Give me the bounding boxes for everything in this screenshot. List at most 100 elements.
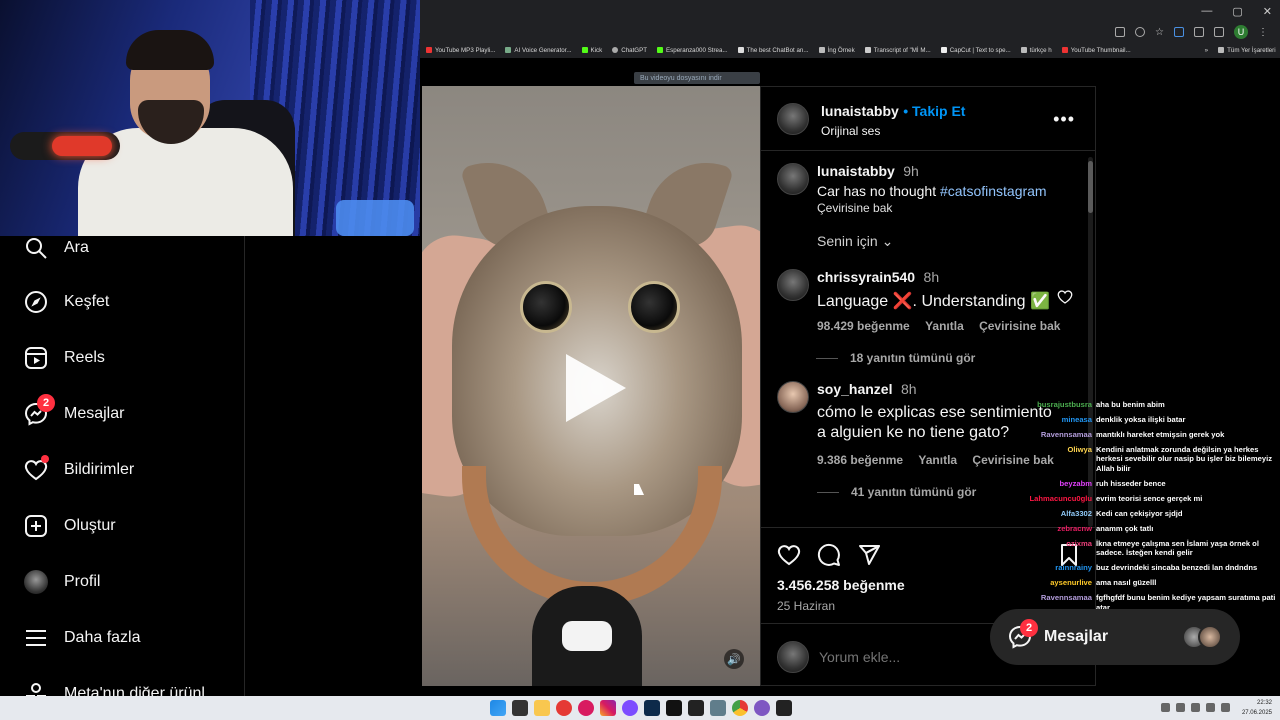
for-you-dropdown[interactable]: Senin için ⌄ — [817, 233, 893, 250]
translate-link[interactable]: Çevirisine bak — [979, 319, 1060, 333]
profile-button[interactable]: U — [1234, 25, 1248, 39]
comment-avatar[interactable] — [777, 269, 809, 301]
nav-item-profile[interactable]: Profil — [24, 568, 100, 596]
menu-icon — [26, 630, 46, 646]
stream-chat: busrajustbusra aha bu benim abim mineasa de… — [1020, 400, 1280, 618]
app-icon[interactable] — [754, 700, 770, 716]
bookmark[interactable]: İng Örnek — [818, 47, 855, 54]
app-icon[interactable] — [556, 700, 572, 716]
follow-button[interactable]: • Takip Et — [903, 103, 965, 119]
instagram-sidebar: Ara Keşfet Reels 2 Mesajlar Bildirimler … — [0, 236, 245, 696]
audio-label[interactable]: Orijinal ses — [821, 124, 965, 138]
view-replies[interactable]: 18 yanıtın tümünü gör — [816, 351, 1067, 365]
star-icon[interactable]: ☆ — [1155, 27, 1164, 38]
reply-button[interactable]: Yanıtla — [925, 319, 964, 333]
file-explorer-icon[interactable] — [534, 700, 550, 716]
comment-avatar[interactable] — [777, 381, 809, 413]
windows-start-icon[interactable] — [490, 700, 506, 716]
more-options-icon[interactable]: ••• — [1053, 109, 1075, 130]
extension-icon[interactable] — [1174, 27, 1184, 37]
tiktok-icon[interactable] — [666, 700, 682, 716]
settings-icon[interactable] — [710, 700, 726, 716]
bookmark[interactable]: Esperanza000 Strea... — [657, 47, 728, 54]
puzzle-icon[interactable] — [1194, 27, 1204, 37]
sock-logo — [562, 621, 612, 651]
scrollbar-thumb[interactable] — [1088, 161, 1093, 213]
chat-text: evrim teorisi sence gerçek mi — [1096, 494, 1203, 504]
reply-button[interactable]: Yanıtla — [918, 453, 957, 467]
current-user-avatar — [777, 641, 809, 673]
comment-likes[interactable]: 98.429 beğenme — [817, 319, 910, 333]
photoshop-icon[interactable] — [644, 700, 660, 716]
bookmark[interactable]: AI Voice Generator... — [505, 47, 572, 54]
chat-message: rainnrainy buz devrindeki sincaba benzedi… — [1020, 563, 1280, 573]
bookmark[interactable]: türkçe h — [1020, 47, 1052, 54]
comment-username[interactable]: soy_hanzel — [817, 381, 892, 397]
chevron-up-icon[interactable] — [1161, 703, 1170, 712]
author-avatar[interactable] — [777, 103, 809, 135]
hashtag-link[interactable]: #catsofinstagram — [940, 183, 1047, 199]
bookmark[interactable]: Kick — [581, 47, 602, 54]
capcut-icon[interactable] — [776, 700, 792, 716]
comment-input[interactable] — [819, 647, 1019, 667]
wifi-icon[interactable] — [1191, 703, 1200, 712]
share-icon[interactable] — [857, 543, 881, 567]
comment-icon[interactable] — [817, 543, 841, 567]
nav-item-explore[interactable]: Keşfet — [24, 288, 109, 316]
nav-item-messages[interactable]: 2 Mesajlar — [24, 394, 124, 428]
speaker-icon[interactable] — [1206, 703, 1215, 712]
instagram-icon[interactable] — [600, 700, 616, 716]
comment-username[interactable]: chrissyrain540 — [817, 269, 915, 285]
nav-item-create[interactable]: Oluştur — [24, 512, 116, 540]
bookmark[interactable]: YouTube MP3 Playli... — [426, 47, 495, 54]
like-comment-icon[interactable] — [1057, 289, 1073, 305]
streamer-hair — [126, 30, 214, 70]
caption-time: 9h — [903, 163, 919, 179]
clock-time: 22:32 — [1256, 700, 1272, 706]
maximize-button[interactable]: ▢ — [1232, 5, 1242, 18]
play-icon[interactable] — [566, 354, 626, 422]
bookmark[interactable]: Transcript of "Mİ M... — [864, 47, 931, 54]
nav-item-reels[interactable]: Reels — [24, 344, 105, 372]
nav-item-search[interactable]: Ara — [24, 236, 89, 262]
caption-username[interactable]: lunaistabby — [817, 163, 895, 179]
chat-text: Kendini anlatmak zorunda değilsin ya her… — [1096, 444, 1272, 474]
chrome-icon[interactable] — [732, 700, 748, 716]
messages-button[interactable]: 2 Mesajlar — [990, 609, 1240, 665]
opera-icon[interactable] — [578, 700, 594, 716]
microphone-icon[interactable] — [1176, 703, 1185, 712]
volume-icon[interactable]: 🔊 — [724, 649, 744, 669]
task-view-icon[interactable] — [512, 700, 528, 716]
like-icon[interactable] — [777, 543, 801, 567]
nav-item-meta-apps[interactable]: Meta'nın diğer ürünl — [24, 680, 205, 696]
battery-icon[interactable] — [1221, 703, 1230, 712]
minimize-button[interactable]: — — [1201, 5, 1212, 17]
bookmark[interactable]: The best ChatBot an... — [737, 47, 809, 54]
author-username[interactable]: lunaistabby — [821, 103, 899, 119]
bookmark[interactable]: ChatGPT — [612, 47, 647, 54]
kebab-menu-icon[interactable]: ⋮ — [1258, 27, 1268, 38]
bookmark[interactable]: CapCut | Text to spe... — [940, 47, 1011, 54]
post-header: lunaistabby • Takip Et Orijinal ses ••• — [761, 87, 1095, 151]
reel-video[interactable]: 🔊 — [422, 86, 760, 686]
install-icon[interactable] — [1115, 27, 1126, 37]
capcut-icon[interactable] — [688, 700, 704, 716]
translate-link[interactable]: Çevirisine bak — [817, 201, 1067, 215]
messenger-icon: 2 — [1008, 619, 1038, 649]
nav-label: Daha fazla — [64, 629, 141, 646]
close-button[interactable]: ✕ — [1263, 5, 1272, 18]
nav-item-notifications[interactable]: Bildirimler — [24, 455, 134, 484]
caption-avatar[interactable] — [777, 163, 809, 195]
all-bookmarks[interactable]: Tüm Yer İşaretleri — [1218, 47, 1276, 54]
clock[interactable]: 22:32 27.06.2025 — [1242, 698, 1272, 718]
download-video-bar[interactable]: Bu videoyu dosyasını indir — [634, 72, 760, 84]
nav-item-more[interactable]: Daha fazla — [24, 624, 141, 652]
sidebar-icon[interactable] — [1214, 27, 1224, 37]
chat-username: ozixma — [1066, 538, 1092, 548]
comment-likes[interactable]: 9.386 beğenme — [817, 453, 903, 467]
messenger-app-icon[interactable] — [622, 700, 638, 716]
like-count[interactable]: 3.456.258 beğenme — [777, 577, 905, 593]
zoom-icon[interactable] — [1135, 27, 1146, 37]
bookmarks-overflow-icon[interactable]: » — [1205, 47, 1208, 54]
bookmark[interactable]: YouTube Thumbnail... — [1061, 47, 1131, 54]
